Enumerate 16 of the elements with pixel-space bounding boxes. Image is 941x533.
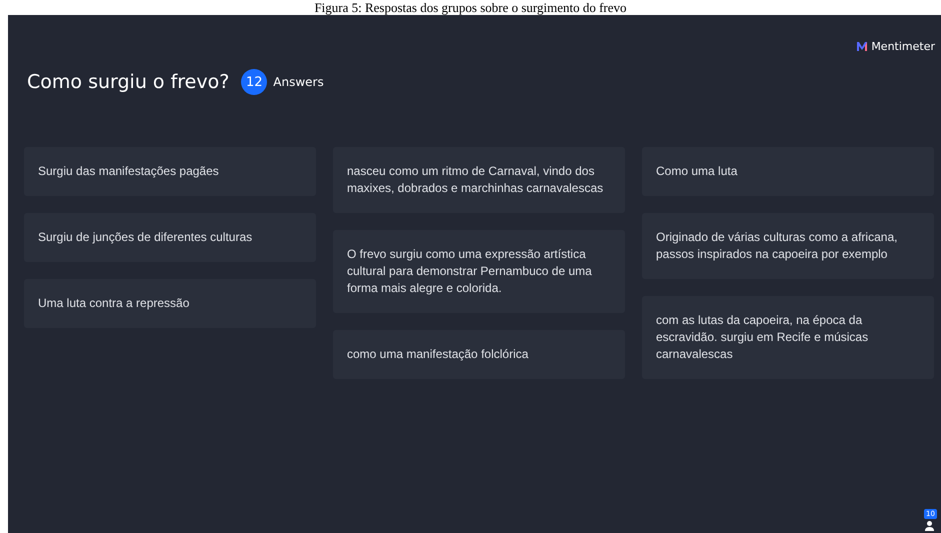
answer-text: nasceu como um ritmo de Carnaval, vindo dos maxixes, dobrados e marchinhas carnavalescas: [347, 164, 604, 195]
answer-text: Surgiu das manifestações pagães: [38, 164, 219, 178]
answer-text: Surgiu de junções de diferentes culturas: [38, 230, 252, 244]
answer-text: Uma luta contra a repressão: [38, 296, 190, 310]
person-icon: [925, 521, 934, 531]
figure-caption: Figura 5: Respostas dos grupos sobre o surgimento do frevo: [314, 0, 627, 15]
answer-text: O frevo surgiu como uma expressão artística cultural para demonstrar Pernambuco de uma forma mais alegre e colorida.: [347, 247, 592, 295]
brand-name: Mentimeter: [871, 40, 935, 52]
answers-label: Answers: [273, 75, 324, 89]
logo-icon: [857, 42, 868, 50]
answer-text: como uma manifestação folclórica: [347, 347, 528, 361]
question-title: Como surgiu o frevo?: [27, 71, 230, 93]
answer-count: 12: [241, 69, 268, 95]
answer-text: Como uma luta: [656, 164, 738, 178]
answer-text: Originado de várias culturas como a africana, passos inspirados na capoeira por exemplo: [656, 230, 898, 261]
answer-text: com as lutas da capoeira, na época da escravidão. surgiu em Recife e músicas carnavalescas: [656, 313, 868, 361]
